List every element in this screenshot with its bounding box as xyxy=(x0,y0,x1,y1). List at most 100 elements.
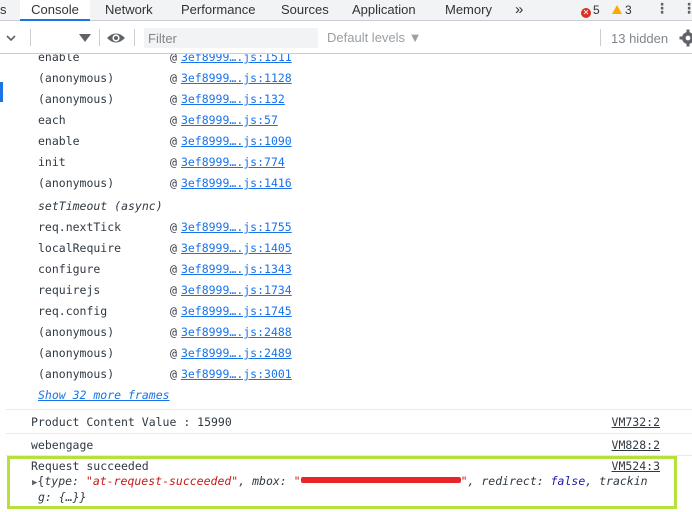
toolbar-divider xyxy=(134,29,135,46)
stack-frame: (anonymous) @3ef8999….js:1416 xyxy=(38,173,292,193)
stack-frame-function: req.nextTick xyxy=(38,220,122,234)
message-source-link[interactable]: VM732:2 xyxy=(612,412,660,432)
async-boundary-label: setTimeout (async) xyxy=(38,199,163,213)
stack-frame-link[interactable]: 3ef8999….js:774 xyxy=(181,155,285,169)
eye-icon[interactable] xyxy=(106,30,126,46)
stack-frame: req.config @3ef8999….js:1745 xyxy=(38,301,292,321)
at-symbol: @ xyxy=(170,283,177,297)
stack-frame: init @3ef8999….js:774 xyxy=(38,152,285,172)
stack-frame-link[interactable]: 3ef8999….js:1343 xyxy=(181,262,292,276)
at-symbol: @ xyxy=(170,155,177,169)
stack-frame: req.nextTick @3ef8999….js:1755 xyxy=(38,217,292,237)
stack-frame-function: (anonymous) xyxy=(38,367,115,381)
highlight-annotation-box xyxy=(7,456,677,509)
at-symbol: @ xyxy=(170,71,177,85)
at-symbol: @ xyxy=(170,113,177,127)
toolbar-divider xyxy=(30,29,31,46)
at-symbol: @ xyxy=(170,262,177,276)
gear-icon[interactable] xyxy=(679,29,692,47)
warning-count-badge[interactable]: 3 xyxy=(612,0,632,21)
more-options-icon[interactable]: ⋮ xyxy=(682,0,692,21)
at-symbol: @ xyxy=(170,220,177,234)
stack-frame-function: configure xyxy=(38,262,101,276)
at-symbol: @ xyxy=(170,54,177,64)
stack-frame-function: (anonymous) xyxy=(38,92,115,106)
console-toolbar: Default levels ▼ 13 hidden xyxy=(0,22,692,54)
message-source-link[interactable]: VM828:2 xyxy=(612,435,660,455)
stack-frame-function: (anonymous) xyxy=(38,71,115,85)
stack-frame-link[interactable]: 3ef8999….js:2488 xyxy=(181,325,292,339)
more-tabs-button[interactable]: » xyxy=(515,0,523,21)
stack-frame-function: enable xyxy=(38,134,80,148)
stack-frame: (anonymous) @3ef8999….js:2489 xyxy=(38,343,292,363)
kebab-menu-icon[interactable]: ⋮ xyxy=(655,0,669,21)
selection-marker xyxy=(0,82,3,102)
stack-frame-link[interactable]: 3ef8999….js:3001 xyxy=(181,367,292,381)
stack-frame-function: each xyxy=(38,113,66,127)
toolbar-divider xyxy=(600,29,601,46)
at-symbol: @ xyxy=(170,176,177,190)
stack-frame-link[interactable]: 3ef8999….js:1405 xyxy=(181,241,292,255)
stack-frame: configure @3ef8999….js:1343 xyxy=(38,259,292,279)
tab-console[interactable]: Console xyxy=(20,0,90,21)
stack-frame-link[interactable]: 3ef8999….js:1755 xyxy=(181,220,292,234)
stack-frame: enable @3ef8999….js:1090 xyxy=(38,131,292,151)
log-levels-dropdown[interactable]: Default levels ▼ xyxy=(327,30,422,45)
log-message: Product Content Value : 15990 xyxy=(31,415,232,429)
stack-frame-function: localRequire xyxy=(38,241,122,255)
stack-frame: (anonymous) @3ef8999….js:132 xyxy=(38,89,285,109)
stack-frame-function: enable xyxy=(38,54,80,64)
at-symbol: @ xyxy=(170,241,177,255)
console-sidebar-dropdown-icon[interactable] xyxy=(77,31,93,45)
stack-frame-link[interactable]: 3ef8999….js:1090 xyxy=(181,134,292,148)
stack-frame-link[interactable]: 3ef8999….js:1734 xyxy=(181,283,292,297)
tab-sources[interactable]: Sources xyxy=(281,0,329,21)
error-count-badge[interactable]: ✕ 5 xyxy=(581,0,600,21)
message-divider xyxy=(6,433,692,434)
stack-frame-function: (anonymous) xyxy=(38,176,115,190)
stack-frame-link[interactable]: 3ef8999….js:1128 xyxy=(181,71,292,85)
stack-frame: localRequire @3ef8999….js:1405 xyxy=(38,238,292,258)
warning-icon xyxy=(612,5,622,14)
stack-frame-function: requirejs xyxy=(38,283,101,297)
stack-frame-link[interactable]: 3ef8999….js:1511 xyxy=(181,54,292,64)
hidden-messages-count[interactable]: 13 hidden xyxy=(611,31,668,46)
error-count: 5 xyxy=(593,3,600,17)
stack-frame-link[interactable]: 3ef8999….js:132 xyxy=(181,92,285,106)
tab-memory[interactable]: Memory xyxy=(445,0,492,21)
error-icon: ✕ xyxy=(581,8,591,18)
at-symbol: @ xyxy=(170,92,177,106)
filter-input[interactable] xyxy=(144,28,318,48)
stack-frame-function: (anonymous) xyxy=(38,346,115,360)
stack-frame-function: init xyxy=(38,155,66,169)
toolbar-divider xyxy=(99,29,100,46)
console-messages: enable @3ef8999….js:1511 (anonymous) @3ef8… xyxy=(0,54,692,512)
stack-frame: (anonymous) @3ef8999….js:3001 xyxy=(38,364,292,384)
at-symbol: @ xyxy=(170,325,177,339)
message-divider xyxy=(6,409,692,410)
stack-frame-link[interactable]: 3ef8999….js:2489 xyxy=(181,346,292,360)
at-symbol: @ xyxy=(170,346,177,360)
stack-frame: (anonymous) @3ef8999….js:1128 xyxy=(38,68,292,88)
stack-frame-function: req.config xyxy=(38,304,108,318)
stack-frame: each @3ef8999….js:57 xyxy=(38,110,278,130)
devtools-tabbar: s Console Network Performance Sources Ap… xyxy=(0,0,692,21)
stack-frame: requirejs @3ef8999….js:1734 xyxy=(38,280,292,300)
tab-network[interactable]: Network xyxy=(105,0,153,21)
show-more-frames-link[interactable]: Show 32 more frames xyxy=(38,385,170,405)
tab-performance[interactable]: Performance xyxy=(181,0,255,21)
at-symbol: @ xyxy=(170,304,177,318)
tab-application[interactable]: Application xyxy=(352,0,416,21)
stack-frame-link[interactable]: 3ef8999….js:1745 xyxy=(181,304,292,318)
stack-frame-link[interactable]: 3ef8999….js:57 xyxy=(181,113,278,127)
stack-frame: enable @3ef8999….js:1511 xyxy=(38,54,292,67)
stack-frame-link[interactable]: 3ef8999….js:1416 xyxy=(181,176,292,190)
warning-count: 3 xyxy=(625,3,632,17)
stack-frame: (anonymous) @3ef8999….js:2488 xyxy=(38,322,292,342)
log-message: webengage xyxy=(31,438,94,452)
at-symbol: @ xyxy=(170,134,177,148)
chevron-down-icon[interactable] xyxy=(4,31,18,45)
at-symbol: @ xyxy=(170,367,177,381)
stack-frame-function: (anonymous) xyxy=(38,325,115,339)
tab-elements-truncated[interactable]: s xyxy=(0,0,10,21)
